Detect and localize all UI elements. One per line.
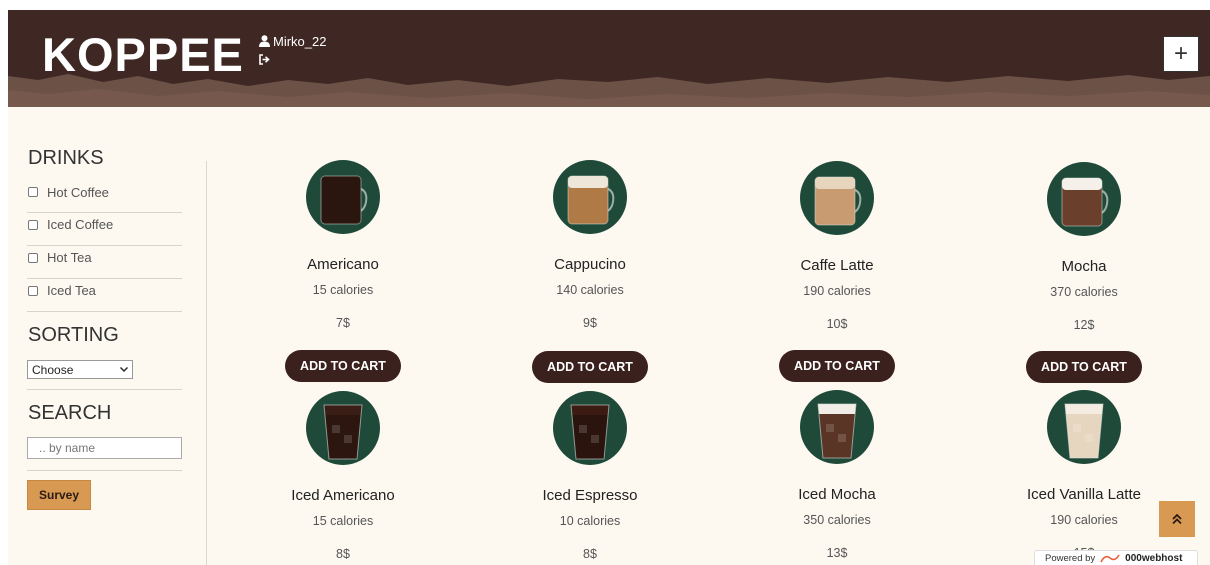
filter-hot-coffee[interactable]: Hot Coffee bbox=[27, 181, 182, 213]
iced-cup-icon bbox=[570, 404, 610, 460]
iced-cup-icon bbox=[817, 403, 857, 459]
filter-label: Hot Coffee bbox=[47, 184, 109, 200]
checkbox[interactable] bbox=[28, 252, 38, 263]
filter-iced-coffee[interactable]: Iced Coffee bbox=[27, 213, 182, 246]
username[interactable]: Mirko_22 bbox=[273, 34, 326, 49]
product-name[interactable]: Mocha bbox=[984, 258, 1184, 275]
product-image[interactable] bbox=[1047, 390, 1121, 464]
product-calories: 190 calories bbox=[803, 284, 871, 298]
iced-cup-icon bbox=[1064, 403, 1104, 459]
checkbox[interactable] bbox=[28, 285, 38, 296]
add-to-cart-button[interactable]: ADD TO CART bbox=[285, 350, 401, 382]
add-to-cart-button[interactable]: ADD TO CART bbox=[779, 350, 895, 382]
product-calories: 350 calories bbox=[803, 513, 871, 527]
chevron-down-icon bbox=[120, 367, 128, 372]
host-logo-icon bbox=[1100, 554, 1120, 563]
product-card: Mocha 370 calories 12$ ADD TO CART bbox=[984, 162, 1184, 383]
site-logo[interactable]: KOPPEE bbox=[42, 27, 244, 82]
product-name[interactable]: Iced Espresso bbox=[490, 487, 690, 504]
product-price: 8$ bbox=[583, 547, 597, 561]
user-info: Mirko_22 bbox=[259, 33, 326, 65]
product-price: 8$ bbox=[336, 547, 350, 561]
product-name[interactable]: Iced Vanilla Latte bbox=[984, 486, 1184, 503]
filter-label: Iced Tea bbox=[47, 283, 96, 298]
add-button[interactable]: + bbox=[1163, 36, 1199, 72]
product-price: 13$ bbox=[826, 546, 848, 560]
sorting-heading: SORTING bbox=[28, 324, 119, 346]
product-image[interactable] bbox=[800, 390, 874, 464]
product-card: Iced Mocha 350 calories 13$ bbox=[737, 390, 937, 560]
add-to-cart-button[interactable]: ADD TO CART bbox=[1026, 351, 1142, 383]
product-calories: 370 calories bbox=[1050, 285, 1118, 299]
hot-mug-icon bbox=[567, 175, 615, 225]
sidebar-divider bbox=[206, 161, 207, 565]
divider bbox=[27, 389, 182, 390]
filter-iced-tea[interactable]: Iced Tea bbox=[27, 279, 182, 312]
product-card: Iced Americano 15 calories 8$ bbox=[243, 391, 443, 561]
product-price: 7$ bbox=[336, 316, 350, 330]
iced-cup-icon bbox=[323, 404, 363, 460]
product-calories: 190 calories bbox=[1050, 513, 1118, 527]
product-image[interactable] bbox=[553, 160, 627, 234]
product-card: Caffe Latte 190 calories 10$ ADD TO CART bbox=[737, 161, 937, 382]
add-to-cart-button[interactable]: ADD TO CART bbox=[532, 351, 648, 383]
hot-mug-icon bbox=[1061, 177, 1109, 227]
product-calories: 15 calories bbox=[312, 514, 374, 528]
product-calories: 140 calories bbox=[556, 283, 624, 297]
sorting-select[interactable]: Choose bbox=[27, 360, 133, 379]
user-icon bbox=[259, 35, 270, 47]
product-image[interactable] bbox=[1047, 162, 1121, 236]
divider bbox=[27, 470, 182, 471]
powered-by-badge[interactable]: Powered by 000webhost bbox=[1034, 550, 1198, 565]
product-price: 9$ bbox=[583, 316, 597, 330]
product-card: Iced Vanilla Latte 190 calories 15$ bbox=[984, 390, 1184, 560]
sorting-selected-value: Choose bbox=[32, 362, 74, 377]
product-image[interactable] bbox=[800, 161, 874, 235]
product-calories: 10 calories bbox=[559, 514, 621, 528]
powered-by-brand: 000webhost bbox=[1125, 552, 1183, 564]
scroll-to-top-button[interactable] bbox=[1159, 501, 1195, 537]
product-image[interactable] bbox=[306, 391, 380, 465]
product-calories: 15 calories bbox=[312, 283, 374, 297]
product-card: Americano 15 calories 7$ ADD TO CART bbox=[243, 160, 443, 382]
product-card: Cappucino 140 calories 9$ ADD TO CART bbox=[490, 160, 690, 383]
product-price: 12$ bbox=[1073, 318, 1095, 332]
product-name[interactable]: Iced Americano bbox=[243, 487, 443, 504]
filter-label: Iced Coffee bbox=[47, 217, 114, 232]
product-name[interactable]: Iced Mocha bbox=[737, 486, 937, 503]
filter-hot-tea[interactable]: Hot Tea bbox=[27, 246, 182, 279]
drinks-heading: DRINKS bbox=[28, 147, 104, 169]
survey-button[interactable]: Survey bbox=[27, 480, 91, 510]
product-name[interactable]: Americano bbox=[243, 256, 443, 273]
user-row: Mirko_22 bbox=[259, 33, 326, 49]
site-header: KOPPEE Mirko_22 + bbox=[8, 10, 1210, 107]
checkbox[interactable] bbox=[28, 219, 38, 230]
product-name[interactable]: Caffe Latte bbox=[737, 257, 937, 274]
hot-mug-icon bbox=[814, 176, 862, 226]
product-card: Iced Espresso 10 calories 8$ bbox=[490, 391, 690, 561]
search-input[interactable] bbox=[27, 437, 182, 459]
drink-filters: Hot Coffee Iced Coffee Hot Tea Iced Tea bbox=[27, 181, 182, 312]
product-name[interactable]: Cappucino bbox=[490, 256, 690, 273]
filter-label: Hot Tea bbox=[47, 250, 92, 265]
hot-mug-icon bbox=[320, 175, 368, 225]
logout-icon[interactable] bbox=[259, 54, 270, 65]
powered-by-text: Powered by bbox=[1045, 552, 1096, 564]
product-image[interactable] bbox=[306, 160, 380, 234]
product-price: 10$ bbox=[826, 317, 848, 331]
checkbox[interactable] bbox=[28, 187, 38, 197]
search-heading: SEARCH bbox=[28, 402, 112, 424]
double-chevron-up-icon bbox=[1172, 513, 1182, 525]
product-image[interactable] bbox=[553, 391, 627, 465]
